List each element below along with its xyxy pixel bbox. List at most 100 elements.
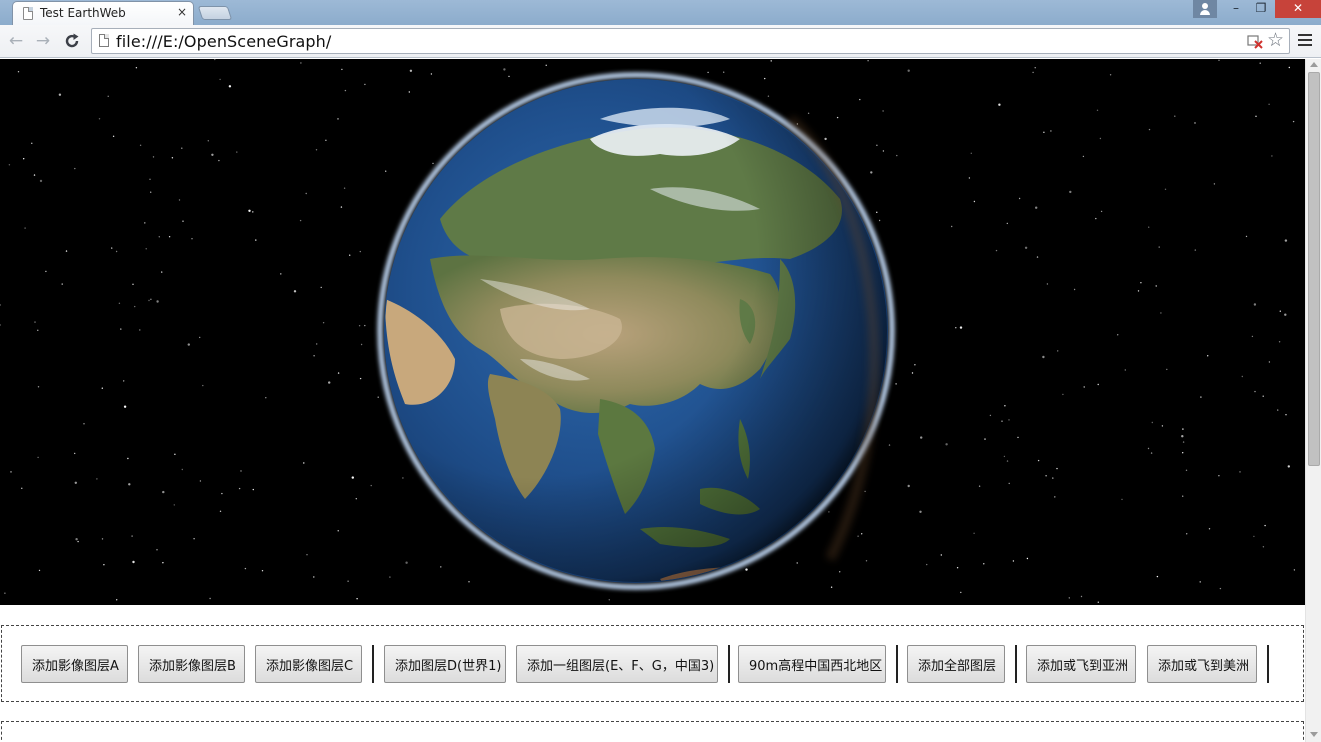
layer-button-9[interactable]: 添加或飞到美洲 bbox=[1147, 645, 1257, 683]
star bbox=[1293, 569, 1296, 571]
layer-control-panel: 添加影像图层A 添加影像图层B 添加影像图层C 添加图层D(世界1) 添加一组图层(E、… bbox=[1, 625, 1304, 702]
star bbox=[968, 177, 971, 179]
star bbox=[1259, 62, 1261, 64]
star bbox=[351, 476, 354, 479]
star bbox=[1207, 355, 1209, 357]
star bbox=[1271, 155, 1273, 157]
star bbox=[132, 560, 135, 564]
page-viewport: 添加影像图层A 添加影像图层B 添加影像图层C 添加图层D(世界1) 添加一组图层(E、… bbox=[0, 59, 1305, 742]
star bbox=[989, 414, 992, 417]
star bbox=[1185, 469, 1188, 471]
star bbox=[144, 222, 146, 224]
star bbox=[770, 60, 772, 62]
star bbox=[178, 199, 181, 201]
star bbox=[1046, 283, 1049, 285]
layer-button-2[interactable]: 添加影像图层B bbox=[138, 645, 245, 683]
earth-globe-canvas[interactable] bbox=[0, 59, 1305, 605]
layer-button-1[interactable]: 添加影像图层A bbox=[21, 645, 128, 683]
star bbox=[1284, 239, 1288, 242]
star bbox=[1026, 557, 1029, 560]
star bbox=[1277, 409, 1279, 411]
star bbox=[1264, 524, 1266, 527]
star bbox=[37, 386, 40, 388]
star bbox=[24, 227, 26, 229]
reload-icon[interactable] bbox=[61, 30, 83, 52]
user-icon[interactable] bbox=[1193, 0, 1217, 18]
layer-button-8[interactable]: 添加或飞到亚洲 bbox=[1026, 645, 1136, 683]
star bbox=[10, 471, 12, 473]
star bbox=[907, 484, 910, 488]
star bbox=[945, 443, 948, 446]
star bbox=[1147, 447, 1150, 450]
browser-tab[interactable]: Test EarthWeb × bbox=[12, 1, 194, 25]
star bbox=[101, 387, 104, 389]
layer-button-6[interactable]: 90m高程中国西北地区 bbox=[738, 645, 886, 683]
star bbox=[1254, 390, 1256, 393]
star bbox=[389, 576, 391, 578]
star bbox=[973, 532, 975, 534]
star bbox=[162, 562, 164, 564]
star bbox=[1164, 188, 1167, 190]
hamburger-menu-icon[interactable] bbox=[1298, 34, 1312, 48]
vertical-scrollbar[interactable] bbox=[1305, 59, 1321, 742]
star bbox=[123, 405, 127, 408]
tab-close-icon[interactable]: × bbox=[177, 5, 187, 19]
star bbox=[1052, 477, 1054, 479]
star bbox=[23, 158, 25, 160]
star bbox=[828, 511, 830, 513]
star bbox=[1199, 581, 1201, 583]
back-arrow-icon[interactable]: ← bbox=[5, 30, 27, 52]
star bbox=[1080, 595, 1083, 598]
star bbox=[255, 239, 257, 241]
star bbox=[796, 562, 798, 564]
scrollbar-thumb[interactable] bbox=[1308, 72, 1320, 466]
url-text[interactable]: file:///E:/OpenSceneGraph/ bbox=[116, 32, 331, 51]
star bbox=[1182, 428, 1184, 430]
star bbox=[409, 69, 413, 72]
star bbox=[1253, 535, 1255, 538]
star bbox=[343, 187, 346, 189]
star bbox=[128, 483, 131, 486]
star bbox=[920, 436, 923, 439]
star-icon[interactable]: ☆ bbox=[1267, 29, 1284, 51]
star bbox=[830, 586, 833, 588]
star bbox=[1008, 482, 1010, 485]
star bbox=[1036, 256, 1039, 258]
page-icon bbox=[99, 34, 109, 47]
minimize-button[interactable]: – bbox=[1223, 0, 1249, 18]
star bbox=[807, 112, 810, 114]
star bbox=[364, 324, 366, 327]
scroll-down-arrow-icon[interactable] bbox=[1310, 732, 1318, 737]
star bbox=[181, 147, 183, 149]
star bbox=[115, 250, 118, 253]
layer-button-4[interactable]: 添加图层D(世界1) bbox=[384, 645, 506, 683]
address-bar[interactable]: file:///E:/OpenSceneGraph/ ☆ bbox=[91, 28, 1290, 54]
star bbox=[973, 200, 976, 203]
layer-button-5[interactable]: 添加一组图层(E、F、G，中国3) bbox=[516, 645, 718, 683]
maximize-button[interactable]: ❐ bbox=[1248, 0, 1274, 18]
star bbox=[1218, 475, 1220, 477]
forward-arrow-icon[interactable]: → bbox=[32, 30, 54, 52]
plugin-blocked-icon[interactable] bbox=[1247, 33, 1263, 49]
window-titlebar: Test EarthWeb × – ❐ ✕ bbox=[0, 0, 1321, 25]
new-tab-button[interactable] bbox=[197, 6, 233, 20]
star bbox=[111, 247, 113, 249]
star bbox=[1117, 334, 1119, 336]
scroll-up-arrow-icon[interactable] bbox=[1310, 62, 1318, 67]
star bbox=[199, 336, 201, 339]
star bbox=[857, 535, 859, 537]
star bbox=[1054, 496, 1056, 498]
star bbox=[1095, 217, 1097, 220]
close-window-button[interactable]: ✕ bbox=[1275, 0, 1321, 18]
star bbox=[118, 302, 121, 304]
layer-button-3[interactable]: 添加影像图层C bbox=[255, 645, 362, 683]
star bbox=[248, 209, 251, 212]
layer-button-7[interactable]: 添加全部图层 bbox=[907, 645, 1005, 683]
star bbox=[767, 95, 770, 97]
star bbox=[1160, 312, 1162, 314]
star bbox=[1097, 601, 1100, 603]
star bbox=[914, 364, 916, 366]
star bbox=[131, 535, 133, 537]
star bbox=[1006, 222, 1008, 225]
star bbox=[1200, 396, 1202, 398]
